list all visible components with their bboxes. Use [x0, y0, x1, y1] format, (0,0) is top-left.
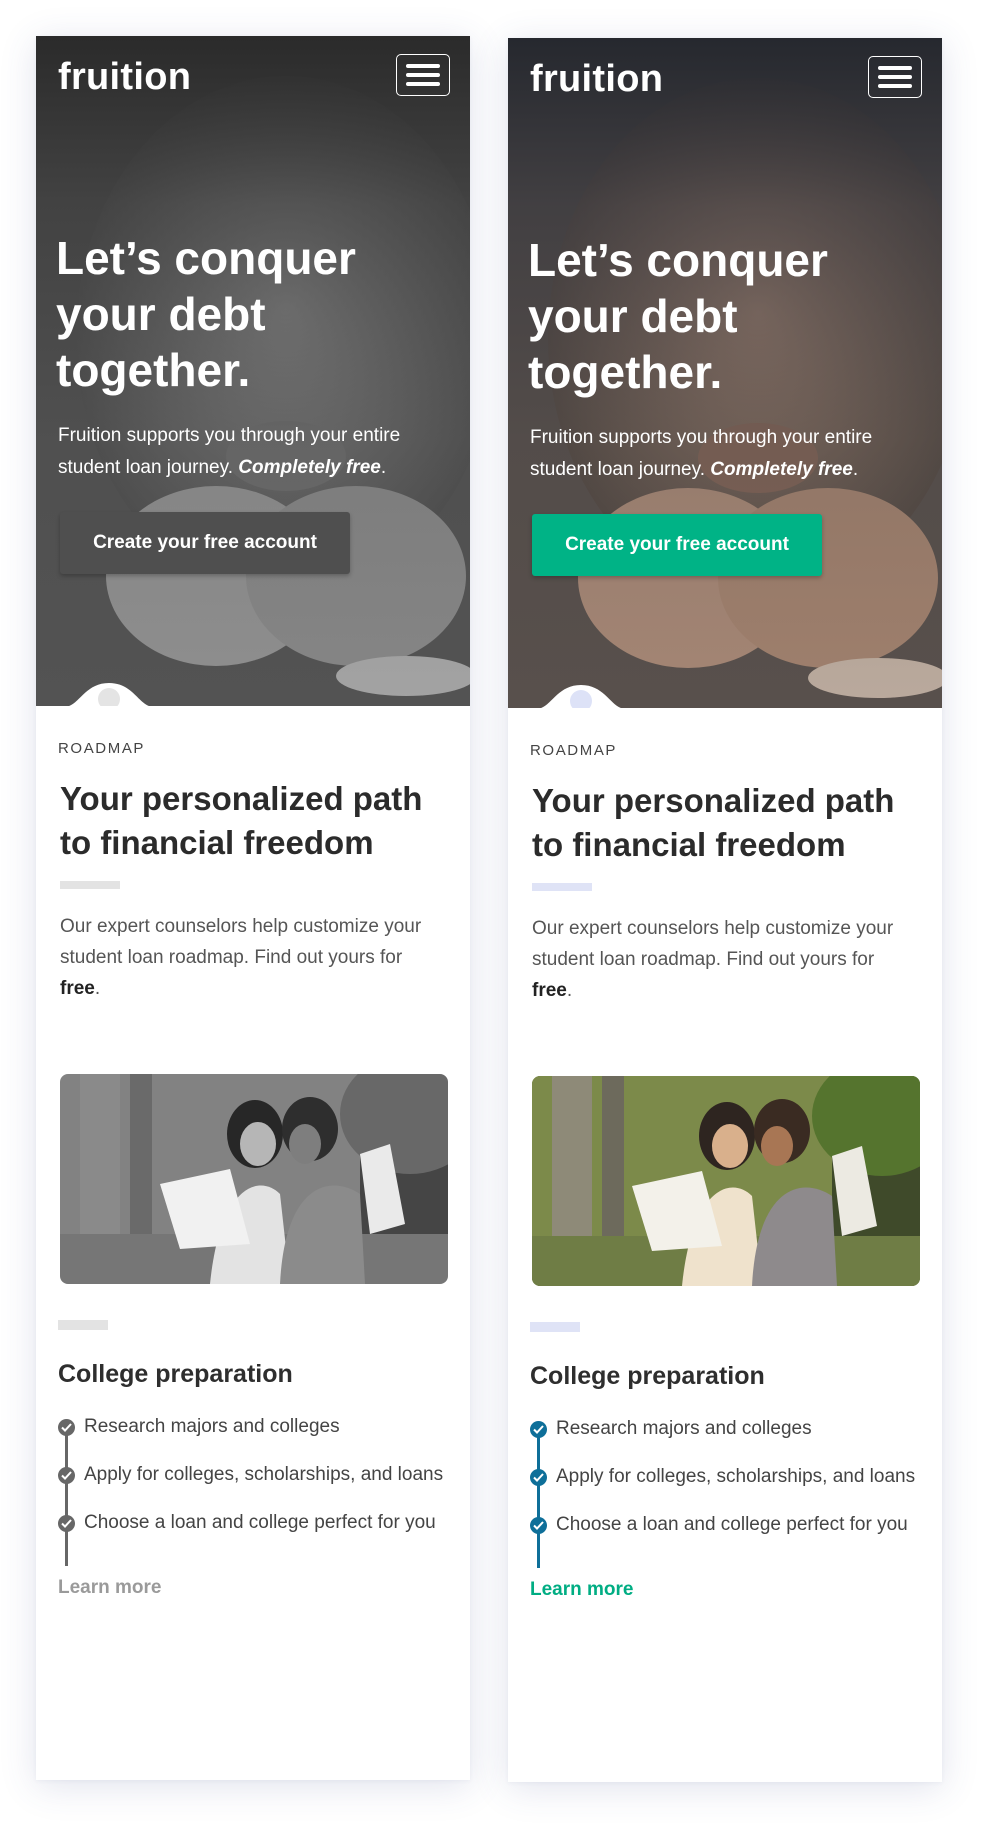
section-eyebrow: ROADMAP: [58, 740, 146, 757]
hero-subtitle: Fruition supports you through your entir…: [530, 427, 873, 480]
college-steps-list: Research majors and colleges Apply for c…: [58, 1411, 448, 1566]
hero-section: fruition Let’s conquer your debt togethe…: [36, 36, 470, 706]
section-title: Your personalized path to financial free…: [60, 780, 423, 861]
check-circle-icon: [530, 1469, 547, 1486]
create-account-button[interactable]: Create your free account: [60, 512, 350, 574]
hero-subtitle: Fruition supports you through your entir…: [58, 425, 401, 478]
section-eyebrow: ROADMAP: [530, 742, 618, 759]
list-item: Research majors and colleges: [530, 1413, 920, 1444]
timeline-line: [65, 1423, 68, 1566]
hamburger-menu-icon: [406, 64, 440, 68]
hero-notch: [64, 677, 154, 706]
college-photo: [532, 1076, 920, 1286]
hero-section: fruition Let’s conquer your debt togethe…: [508, 38, 942, 708]
list-item: Apply for colleges, scholarships, and lo…: [530, 1461, 920, 1492]
section-description: Our expert counselors help customize you…: [60, 916, 422, 999]
section-title: Your personalized path to financial free…: [532, 782, 895, 863]
check-circle-icon: [58, 1419, 75, 1436]
card-accent-bar: [58, 1320, 108, 1330]
college-photo: [60, 1074, 448, 1284]
check-circle-icon: [58, 1515, 75, 1532]
list-item: Apply for colleges, scholarships, and lo…: [58, 1459, 448, 1490]
card-accent-bar: [530, 1322, 580, 1332]
check-circle-icon: [530, 1421, 547, 1438]
check-circle-icon: [530, 1517, 547, 1534]
list-item: Choose a loan and college perfect for yo…: [58, 1507, 448, 1538]
college-prep-title: College preparation: [530, 1362, 765, 1390]
hero-title: Let’s conquer your debt together.: [528, 234, 828, 398]
brand-logo[interactable]: fruition: [58, 56, 191, 99]
roadmap-section: ROADMAP Your personalized path to financ…: [508, 742, 942, 1601]
learn-more-link[interactable]: Learn more: [530, 1579, 633, 1601]
hamburger-menu-button[interactable]: [396, 54, 450, 96]
hero-notch: [536, 679, 626, 708]
college-steps-list: Research majors and colleges Apply for c…: [530, 1413, 920, 1568]
learn-more-link[interactable]: Learn more: [58, 1577, 161, 1599]
create-account-button[interactable]: Create your free account: [532, 514, 822, 576]
mockup-grayscale: fruition Let’s conquer your debt togethe…: [36, 36, 470, 1780]
mockup-color: fruition Let’s conquer your debt togethe…: [508, 38, 942, 1782]
hero-title: Let’s conquer your debt together.: [56, 232, 356, 396]
check-circle-icon: [58, 1467, 75, 1484]
college-prep-title: College preparation: [58, 1360, 293, 1388]
section-description: Our expert counselors help customize you…: [532, 918, 894, 1001]
list-item: Research majors and colleges: [58, 1411, 448, 1442]
title-underline: [60, 881, 120, 889]
title-underline: [532, 883, 592, 891]
hamburger-menu-icon: [878, 66, 912, 70]
brand-logo[interactable]: fruition: [530, 58, 663, 101]
hamburger-menu-button[interactable]: [868, 56, 922, 98]
timeline-line: [537, 1425, 540, 1568]
roadmap-section: ROADMAP Your personalized path to financ…: [36, 740, 470, 1599]
list-item: Choose a loan and college perfect for yo…: [530, 1509, 920, 1540]
